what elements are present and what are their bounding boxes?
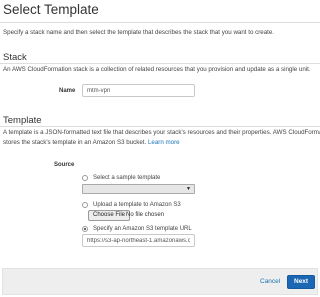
learn-more-link[interactable]: Learn more <box>148 139 180 146</box>
choose-file-button[interactable]: Choose File <box>88 210 131 221</box>
stack-description: An AWS CloudFormation stack is a collect… <box>3 66 311 73</box>
page-description: Specify a stack name and then select the… <box>3 29 275 36</box>
next-button[interactable]: Next <box>287 275 316 289</box>
template-divider <box>0 126 320 127</box>
radio-upload-template[interactable]: Upload a template to Amazon S3 <box>82 200 181 210</box>
cancel-link[interactable]: Cancel <box>260 278 280 285</box>
radio-button-checked-icon[interactable] <box>82 226 88 232</box>
stack-divider <box>0 63 320 64</box>
footer-bar: Cancel Next <box>2 268 318 295</box>
sample-template-select[interactable]: ▼ <box>82 184 195 194</box>
radio-label: Specify an Amazon S3 template URL <box>93 226 192 232</box>
radio-button-icon[interactable] <box>82 202 88 208</box>
select-template-page: Select Template Specify a stack name and… <box>0 0 320 297</box>
template-description-text: stores the stack's template in an Amazon… <box>3 139 147 146</box>
chevron-down-icon: ▼ <box>186 186 191 192</box>
template-section-title: Template <box>3 115 42 126</box>
template-description-line1: A template is a JSON-formatted text file… <box>3 129 320 136</box>
file-status-text: No file chosen <box>126 212 165 218</box>
stack-name-input[interactable] <box>82 84 195 97</box>
radio-button-icon[interactable] <box>82 175 88 181</box>
radio-label: Select a sample template <box>93 175 161 181</box>
s3-url-input[interactable] <box>82 234 195 247</box>
page-title: Select Template <box>3 2 99 17</box>
radio-label: Upload a template to Amazon S3 <box>93 202 181 208</box>
name-label: Name <box>59 88 76 94</box>
radio-sample-template[interactable]: Select a sample template <box>82 173 160 183</box>
radio-s3-url[interactable]: Specify an Amazon S3 template URL <box>82 224 192 234</box>
stack-section-title: Stack <box>3 52 27 63</box>
template-description-line2: stores the stack's template in an Amazon… <box>3 138 180 148</box>
title-divider <box>0 22 320 23</box>
source-label: Source <box>54 162 75 168</box>
